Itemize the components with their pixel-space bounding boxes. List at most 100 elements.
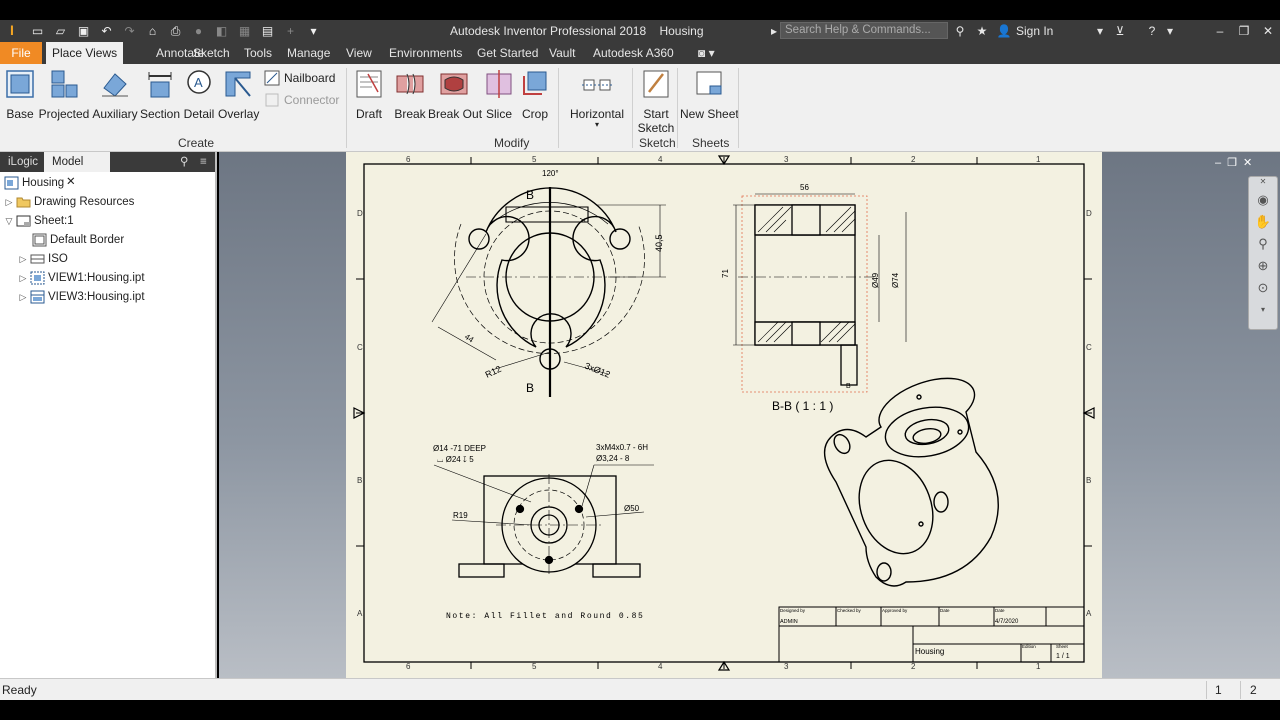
section-mark-bottom: B (526, 381, 534, 395)
tree-item-label: VIEW3:Housing.ipt (48, 291, 145, 303)
add-icon[interactable]: + (283, 24, 298, 38)
tab-environments[interactable]: Environments (383, 42, 468, 64)
sign-in-link[interactable]: Sign In (1016, 24, 1053, 38)
break-out-button[interactable]: Break Out (428, 68, 482, 121)
projected-view-label: Projected (38, 107, 90, 121)
nailboard-button[interactable]: Nailboard (264, 70, 335, 86)
print-icon[interactable]: ⎙ (168, 24, 183, 38)
expand-icon[interactable]: ▷ (18, 273, 28, 284)
tab-ilogic[interactable]: iLogic (0, 152, 46, 172)
zone-number: 6 (406, 155, 411, 164)
restore-icon[interactable]: ❐ (1236, 23, 1252, 39)
tab-get-started[interactable]: Get Started (471, 42, 544, 64)
user-icon[interactable]: 👤 (996, 23, 1012, 39)
horizontal-button[interactable]: Horizontal ▾ (568, 68, 626, 129)
new-sheet-button[interactable]: New Sheet (680, 68, 739, 121)
crop-button[interactable]: Crop (518, 68, 552, 121)
panel-toggle-icon[interactable]: ◙ ▾ (692, 42, 721, 64)
star-icon[interactable]: ★ (974, 23, 990, 39)
tree-item-sheet-1[interactable]: ▽ Sheet:1 (4, 212, 74, 230)
tab-file[interactable]: File (0, 42, 42, 64)
connector-button[interactable]: Connector (264, 92, 339, 108)
tab-sketch[interactable]: Sketch (187, 42, 236, 64)
overlay-view-button[interactable]: Overlay (218, 68, 259, 121)
help-dropdown-icon[interactable]: ▾ (1162, 23, 1178, 39)
tab-model[interactable]: Model ✕ (44, 152, 110, 188)
break-button[interactable]: Break (392, 68, 428, 121)
tree-item-label: Housing (22, 177, 65, 189)
horizontal-dropdown-icon[interactable]: ▾ (568, 121, 626, 129)
detail-view-button[interactable]: A Detail (182, 68, 216, 121)
expand-icon[interactable]: ▷ (18, 254, 28, 265)
tree-item-view3[interactable]: ▷ VIEW3:Housing.ipt (18, 288, 145, 306)
section-view-tree-icon (30, 290, 45, 304)
tab-manage[interactable]: Manage (281, 42, 336, 64)
parameters-icon[interactable]: ▦ (237, 24, 252, 38)
tree-item-housing[interactable]: Housing (2, 174, 64, 192)
date-label: Date (940, 608, 950, 613)
hole-callout-1: Ø14 -71 DEEP (433, 444, 486, 453)
collapse-icon[interactable]: ▽ (4, 216, 14, 227)
search-input[interactable]: Search Help & Commands... (780, 22, 948, 39)
drawing-sheet[interactable]: 6 5 4 3 2 1 6 5 4 3 2 1 D C B A D C B A (346, 152, 1102, 678)
nav-close-icon[interactable]: ✕ (1254, 177, 1272, 187)
inventor-logo-icon[interactable]: I (4, 22, 20, 40)
status-divider (1206, 681, 1207, 699)
undo-icon[interactable]: ↶ (99, 24, 114, 38)
cart-icon[interactable]: ⊻ (1112, 23, 1128, 39)
home-icon[interactable]: ⌂ (145, 24, 160, 38)
slice-button[interactable]: Slice (482, 68, 516, 121)
tab-place-views[interactable]: Place Views (46, 42, 124, 64)
customize-dropdown-icon[interactable]: ▾ (306, 24, 321, 38)
minimize-icon[interactable]: – (1212, 23, 1228, 39)
graphics-canvas[interactable]: –❐✕ 6 5 4 3 2 1 6 5 4 3 2 1 D C B A D C … (219, 152, 1280, 678)
canvas-window-controls[interactable]: –❐✕ (1215, 156, 1258, 169)
zoom-icon[interactable]: ⚲ (1254, 235, 1272, 253)
expand-icon[interactable]: ▷ (18, 292, 28, 303)
close-icon[interactable]: ✕ (1260, 23, 1276, 39)
base-view-button[interactable]: Base (4, 68, 36, 121)
zone-number: 4 (658, 662, 663, 671)
zoom-all-icon[interactable]: ⊙ (1254, 279, 1272, 297)
break-out-icon (440, 73, 468, 95)
tab-vault[interactable]: Vault (543, 42, 581, 64)
browser-menu-icon[interactable]: ≡ (192, 152, 215, 172)
nav-customize-icon[interactable]: ▾ (1254, 301, 1272, 319)
appearance-icon[interactable]: ◧ (214, 24, 229, 38)
tree-item-iso[interactable]: ▷ ISO (18, 250, 68, 268)
draft-button[interactable]: Draft (352, 68, 386, 121)
new-file-icon[interactable]: ▭ (30, 24, 45, 38)
tab-view[interactable]: View (340, 42, 378, 64)
zone-number: 5 (532, 155, 537, 164)
tree-item-default-border[interactable]: Default Border (30, 231, 124, 249)
expand-icon[interactable]: ▷ (4, 197, 14, 208)
save-icon[interactable]: ▣ (76, 24, 91, 38)
section-view-button[interactable]: Section (140, 68, 180, 121)
auxiliary-view-button[interactable]: Auxiliary (92, 68, 138, 121)
redo-icon[interactable]: ↷ (122, 24, 137, 38)
export-icon[interactable]: ▤ (260, 24, 275, 38)
navigation-bar: ✕ ◉ ✋ ⚲ ⊕ ⊙ ▾ (1248, 176, 1278, 330)
draft-label: Draft (355, 107, 382, 121)
steering-wheel-icon[interactable]: ◉ (1254, 191, 1272, 209)
new-sheet-label: New Sheet (680, 107, 739, 121)
help-icon[interactable]: ? (1144, 23, 1160, 39)
binoculars-icon[interactable]: ⚲ (952, 23, 968, 39)
ribbon-separator (738, 68, 739, 148)
connector-label: Connector (284, 93, 340, 107)
projected-view-button[interactable]: Projected (38, 68, 90, 121)
tab-autodesk-a360[interactable]: Autodesk A360 (587, 42, 680, 64)
zone-letter: D (1086, 209, 1092, 218)
tab-tools[interactable]: Tools (238, 42, 278, 64)
material-icon[interactable]: ● (191, 24, 206, 38)
start-sketch-button[interactable]: Start Sketch (636, 68, 676, 135)
chevron-down-icon[interactable]: ▾ (1092, 23, 1108, 39)
pan-icon[interactable]: ✋ (1254, 213, 1272, 231)
close-tab-icon[interactable]: ✕ (66, 176, 76, 188)
modify-group-label: Modify (494, 136, 530, 150)
slice-icon (486, 70, 512, 98)
open-file-icon[interactable]: ▱ (53, 24, 68, 38)
tree-item-view1[interactable]: ▷ VIEW1:Housing.ipt (18, 269, 145, 287)
zoom-window-icon[interactable]: ⊕ (1254, 257, 1272, 275)
tree-item-drawing-resources[interactable]: ▷ Drawing Resources (4, 193, 135, 211)
